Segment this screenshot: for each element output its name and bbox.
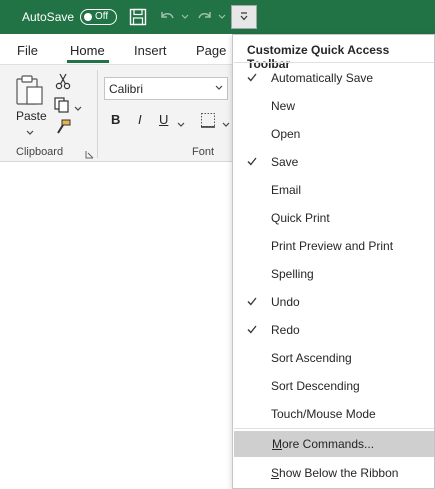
menu-item-redo[interactable]: Redo (233, 317, 434, 343)
autosave-label: AutoSave (22, 10, 75, 24)
menu-item-new[interactable]: New (233, 93, 434, 119)
borders-dropdown-icon[interactable] (222, 117, 230, 131)
menu-item-label: Sort Descending (271, 379, 360, 393)
font-name-value: Calibri (109, 82, 144, 96)
group-separator (97, 70, 98, 158)
menu-item-undo[interactable]: Undo (233, 289, 434, 315)
undo-icon[interactable] (158, 8, 178, 26)
menu-item-label: Redo (271, 323, 300, 337)
menu-item-label: Print Preview and Print (271, 239, 394, 253)
copy-dropdown-icon[interactable] (74, 101, 82, 115)
active-tab-indicator (67, 60, 109, 63)
ribbon-tabs: File Home Insert Page (0, 34, 232, 64)
customize-quick-access-menu: Customize Quick Access Toolbar Automatic… (232, 34, 435, 489)
customize-chevron-icon (240, 12, 248, 21)
italic-button[interactable]: I (138, 112, 142, 127)
format-painter-icon[interactable] (54, 118, 72, 139)
menu-item-label: New (271, 99, 296, 113)
checkmark-icon (247, 297, 257, 306)
menu-item-label: Show Below the Ribbon (271, 466, 398, 480)
paste-label[interactable]: Paste (16, 109, 47, 123)
menu-item-label: Quick Print (271, 211, 330, 225)
menu-item-sort-descending[interactable]: Sort Descending (233, 373, 434, 399)
borders-icon[interactable] (200, 112, 216, 131)
label-rest: how Below the Ribbon (279, 466, 399, 480)
save-icon[interactable] (129, 8, 149, 26)
menu-item-label: Save (271, 155, 299, 169)
menu-item-label: More Commands... (272, 437, 374, 451)
clipboard-launcher-icon[interactable] (85, 148, 94, 162)
font-name-select[interactable]: Calibri (104, 77, 228, 100)
paste-dropdown-icon[interactable] (26, 125, 34, 139)
menu-item-print-preview[interactable]: Print Preview and Print (233, 233, 434, 259)
copy-icon[interactable] (53, 96, 71, 117)
redo-icon[interactable] (196, 8, 216, 26)
clipboard-group-label: Clipboard (16, 146, 64, 158)
redo-dropdown-icon[interactable] (217, 11, 227, 21)
label-rest: ore Commands... (282, 437, 375, 451)
tab-file[interactable]: File (17, 43, 38, 58)
tab-insert[interactable]: Insert (134, 43, 167, 58)
bold-button[interactable]: B (111, 112, 120, 127)
menu-item-label: Sort Ascending (271, 351, 352, 365)
access-key: S (271, 466, 280, 480)
menu-item-label: Open (271, 127, 301, 141)
menu-item-label: Undo (271, 295, 300, 309)
paste-icon[interactable] (15, 74, 45, 109)
underline-dropdown-icon[interactable] (177, 117, 185, 131)
menu-item-label: Automatically Save (271, 71, 374, 85)
autosave-toggle[interactable]: Off (80, 9, 117, 25)
menu-item-touch-mouse-mode[interactable]: Touch/Mouse Mode (233, 401, 434, 427)
access-key: M (272, 437, 282, 451)
menu-divider (234, 62, 434, 63)
menu-item-label: Email (271, 183, 302, 197)
menu-item-open[interactable]: Open (233, 121, 434, 147)
checkmark-icon (247, 73, 257, 82)
menu-item-show-below-ribbon[interactable]: Show Below the Ribbon (233, 460, 434, 486)
cut-icon[interactable] (55, 72, 71, 93)
menu-item-sort-ascending[interactable]: Sort Ascending (233, 345, 434, 371)
menu-item-spelling[interactable]: Spelling (233, 261, 434, 287)
tab-home[interactable]: Home (70, 43, 105, 58)
menu-item-label: Touch/Mouse Mode (271, 407, 376, 421)
menu-item-automatically-save[interactable]: Automatically Save (233, 65, 434, 91)
undo-dropdown-icon[interactable] (180, 11, 190, 21)
menu-item-save[interactable]: Save (233, 149, 434, 175)
autosave-state: Off (95, 11, 109, 22)
checkmark-icon (247, 325, 257, 334)
tab-page[interactable]: Page (196, 43, 226, 58)
font-group-label: Font (192, 146, 215, 158)
checkmark-icon (247, 157, 257, 166)
menu-item-more-commands[interactable]: More Commands... (234, 431, 434, 457)
menu-divider (234, 428, 434, 429)
menu-item-label: Spelling (271, 267, 314, 281)
menu-item-quick-print[interactable]: Quick Print (233, 205, 434, 231)
customize-toolbar-button[interactable] (231, 5, 257, 29)
title-bar: AutoSave Off (0, 0, 435, 34)
underline-button[interactable]: U (159, 112, 168, 127)
toggle-knob (84, 13, 92, 21)
menu-item-email[interactable]: Email (233, 177, 434, 203)
font-dropdown-icon (215, 85, 223, 90)
